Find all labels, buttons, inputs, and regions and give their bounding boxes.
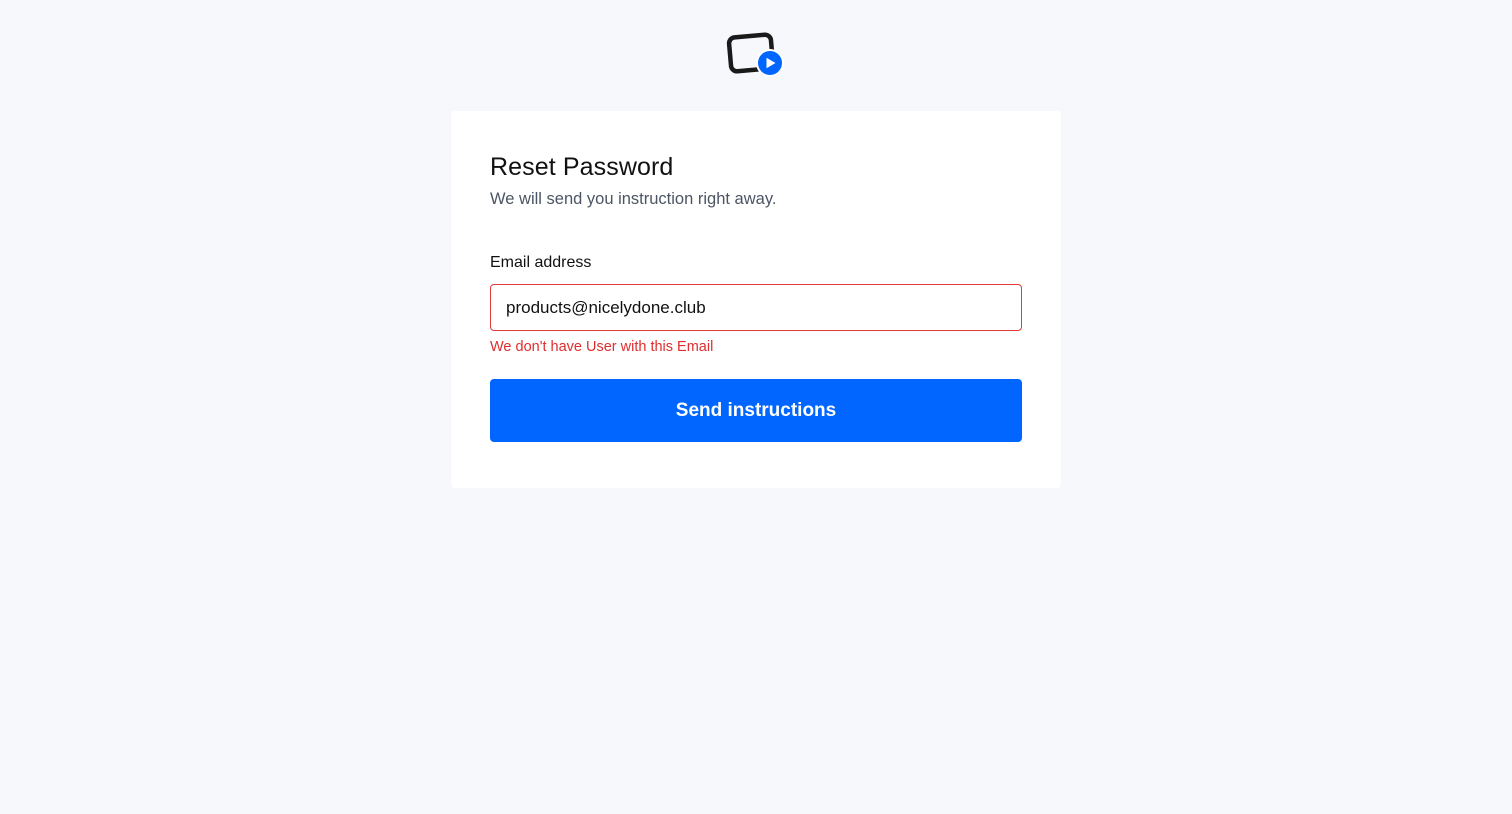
- app-logo: [726, 31, 786, 79]
- reset-password-card: Reset Password We will send you instruct…: [451, 111, 1061, 488]
- email-error-message: We don't have User with this Email: [490, 339, 714, 355]
- send-instructions-button[interactable]: Send instructions: [490, 379, 1022, 442]
- page-title: Reset Password: [490, 153, 674, 181]
- page-subtitle: We will send you instruction right away.: [490, 190, 777, 208]
- email-label: Email address: [490, 254, 592, 271]
- email-field-wrapper: [490, 284, 1022, 331]
- video-card-play-icon: [726, 32, 784, 77]
- email-input[interactable]: [491, 285, 1021, 330]
